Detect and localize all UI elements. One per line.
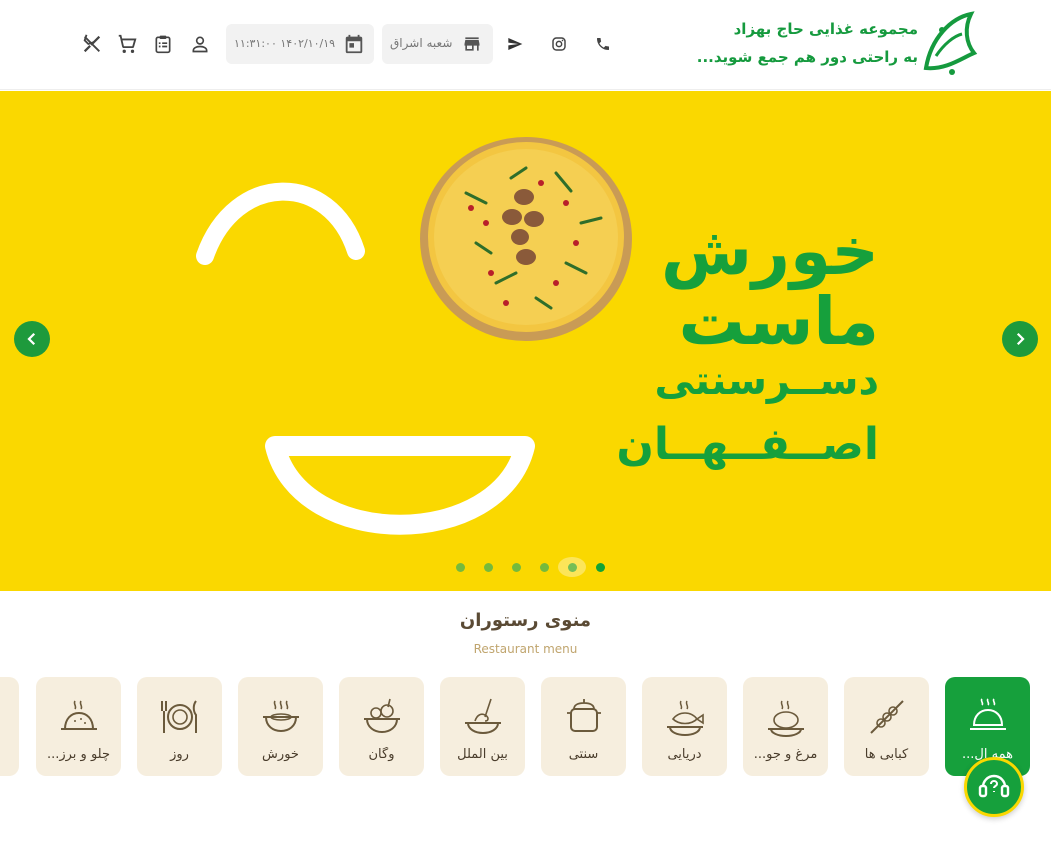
menu-subtitle: Restaurant menu [473, 642, 578, 656]
pasta-icon [465, 698, 501, 735]
category-card[interactable]: سنتی [541, 677, 626, 776]
category-card[interactable]: بین الملل [440, 677, 525, 776]
cloche-icon [970, 698, 1006, 730]
cart-button[interactable] [111, 28, 143, 60]
plate-icon [161, 700, 197, 733]
orders-button[interactable] [147, 28, 179, 60]
calendar-icon [345, 34, 363, 54]
category-card[interactable]: دریایی [642, 677, 727, 776]
category-label: کبابی ها [864, 747, 909, 762]
rice-icon [61, 700, 97, 730]
salad-icon [364, 698, 400, 734]
slider-dot-active[interactable] [586, 557, 614, 577]
phone-icon[interactable] [587, 28, 619, 60]
hero-line1: خورش [660, 213, 879, 290]
logo-tagline: به راحتی دور هم جمع شوید... [696, 48, 918, 66]
logo-title: مجموعه غذایی حاج بهزاد [733, 20, 918, 38]
prev-slide-button[interactable] [14, 321, 50, 357]
datetime-label: ۱۴۰۲/۱۰/۱۹ ۱۱:۳۱:۰۰ [234, 37, 336, 50]
category-label: سنتی [568, 747, 599, 762]
chicken-icon [768, 700, 804, 738]
stew-icon [263, 700, 299, 733]
menu-title: منوی رستوران [459, 610, 592, 631]
hero-slider: خورش ماست دســرسنتی اصــفــهــان [0, 91, 1051, 591]
category-card[interactable]: چلو و برز... [36, 677, 121, 776]
clipboard-icon [155, 35, 171, 54]
slider-dot[interactable] [530, 557, 558, 577]
dessert-plate-image [420, 137, 632, 341]
cart-icon [118, 34, 137, 53]
category-label: مرغ و جو... [753, 747, 818, 762]
account-button[interactable] [184, 28, 216, 60]
chevron-right-icon [1016, 332, 1025, 346]
slider-dot[interactable] [558, 557, 586, 577]
hero-line2: ماست [678, 283, 879, 360]
category-label: خورش [262, 747, 299, 762]
category-card[interactable]: خورش [238, 677, 323, 776]
datetime-selector[interactable]: ۱۴۰۲/۱۰/۱۹ ۱۱:۳۱:۰۰ [226, 24, 374, 64]
logo[interactable]: مجموعه غذایی حاج بهزاد به راحتی دور هم ج… [697, 8, 980, 82]
hero-headline: خورش ماست دســرسنتی اصــفــهــان [616, 219, 879, 467]
category-card[interactable]: مرغ و جو... [743, 677, 828, 776]
category-card[interactable]: کبابی ها [844, 677, 929, 776]
slider-dots [446, 557, 614, 577]
person-icon [192, 36, 208, 53]
restaurant-button[interactable] [76, 28, 108, 60]
category-label: روز [170, 747, 189, 762]
headset-icon [978, 774, 1010, 798]
store-icon [464, 37, 480, 51]
slider-dot[interactable] [446, 557, 474, 577]
support-chat-button[interactable] [964, 757, 1024, 817]
site-header: مجموعه غذایی حاج بهزاد به راحتی دور هم ج… [0, 0, 1051, 90]
category-label: دریایی [667, 747, 702, 762]
send-icon[interactable] [499, 28, 531, 60]
kebab-icon [870, 700, 904, 734]
hero-line3: دســرسنتی [654, 358, 879, 404]
next-slide-button[interactable] [1002, 321, 1038, 357]
category-card-partial[interactable] [0, 677, 19, 776]
slider-dot[interactable] [474, 557, 502, 577]
chevron-left-icon [27, 332, 36, 346]
branch-label: شعبه اشراق [390, 36, 453, 50]
category-card[interactable]: روز [137, 677, 222, 776]
hero-line4: اصــفــهــان [616, 419, 879, 470]
branch-selector[interactable]: شعبه اشراق [382, 24, 493, 64]
category-carousel: چلو و برز... روز خورش وگان بین الملل سنت… [0, 677, 1051, 777]
fish-icon [667, 700, 704, 737]
category-label: چلو و برز... [46, 747, 111, 762]
category-card[interactable]: وگان [339, 677, 424, 776]
slider-dot[interactable] [502, 557, 530, 577]
category-label: وگان [368, 747, 395, 762]
pot-icon [567, 699, 601, 732]
instagram-icon[interactable] [543, 28, 575, 60]
category-label: بین الملل [457, 747, 508, 762]
restaurant-icon [83, 34, 101, 53]
